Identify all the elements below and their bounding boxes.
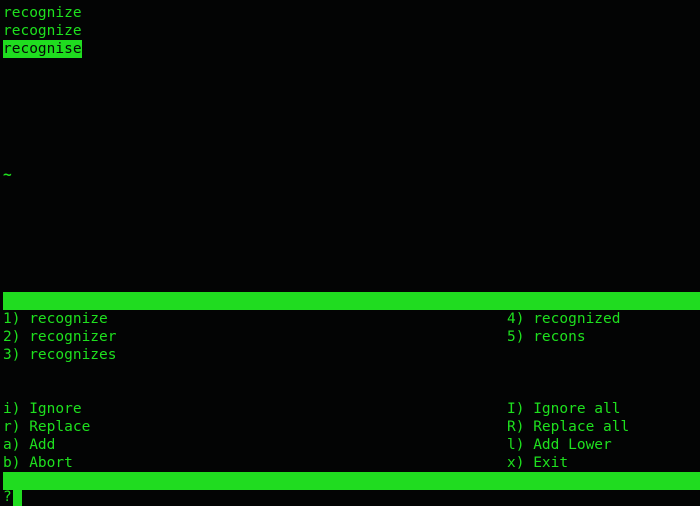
separator-bar bbox=[3, 472, 700, 490]
suggestion-item[interactable]: 2) recognizer bbox=[3, 328, 507, 346]
buffer-word: recognize bbox=[3, 4, 82, 22]
suggestions-menu: 1) recognize 4) recognized 2) recognizer… bbox=[3, 310, 700, 364]
suggestion-item[interactable]: 3) recognizes bbox=[3, 346, 507, 364]
suggestion-item[interactable]: 1) recognize bbox=[3, 310, 507, 328]
command-abort[interactable]: b) Abort bbox=[3, 454, 507, 472]
terminal-screen: recognize recognize recognise ~ 1) recog… bbox=[0, 0, 700, 506]
command-add[interactable]: a) Add bbox=[3, 436, 507, 454]
misspelled-word: recognise bbox=[3, 40, 82, 58]
command-ignore-all[interactable]: I) Ignore all bbox=[507, 400, 700, 418]
command-add-lower[interactable]: l) Add Lower bbox=[507, 436, 700, 454]
text-cursor bbox=[13, 489, 22, 506]
prompt-symbol: ? bbox=[3, 488, 12, 506]
command-exit[interactable]: x) Exit bbox=[507, 454, 700, 472]
suggestion-item[interactable]: 5) recons bbox=[507, 328, 700, 346]
suggestion-item[interactable]: 4) recognized bbox=[507, 310, 700, 328]
command-replace-all[interactable]: R) Replace all bbox=[507, 418, 700, 436]
command-ignore[interactable]: i) Ignore bbox=[3, 400, 507, 418]
empty-line-tilde: ~ bbox=[3, 166, 12, 184]
prompt-line[interactable]: ? bbox=[3, 488, 22, 506]
commands-menu: i) Ignore I) Ignore all r) Replace R) Re… bbox=[3, 400, 700, 472]
command-replace[interactable]: r) Replace bbox=[3, 418, 507, 436]
buffer-word: recognize bbox=[3, 22, 82, 40]
editor-buffer: recognize recognize recognise bbox=[3, 4, 82, 58]
separator-bar bbox=[3, 292, 700, 310]
